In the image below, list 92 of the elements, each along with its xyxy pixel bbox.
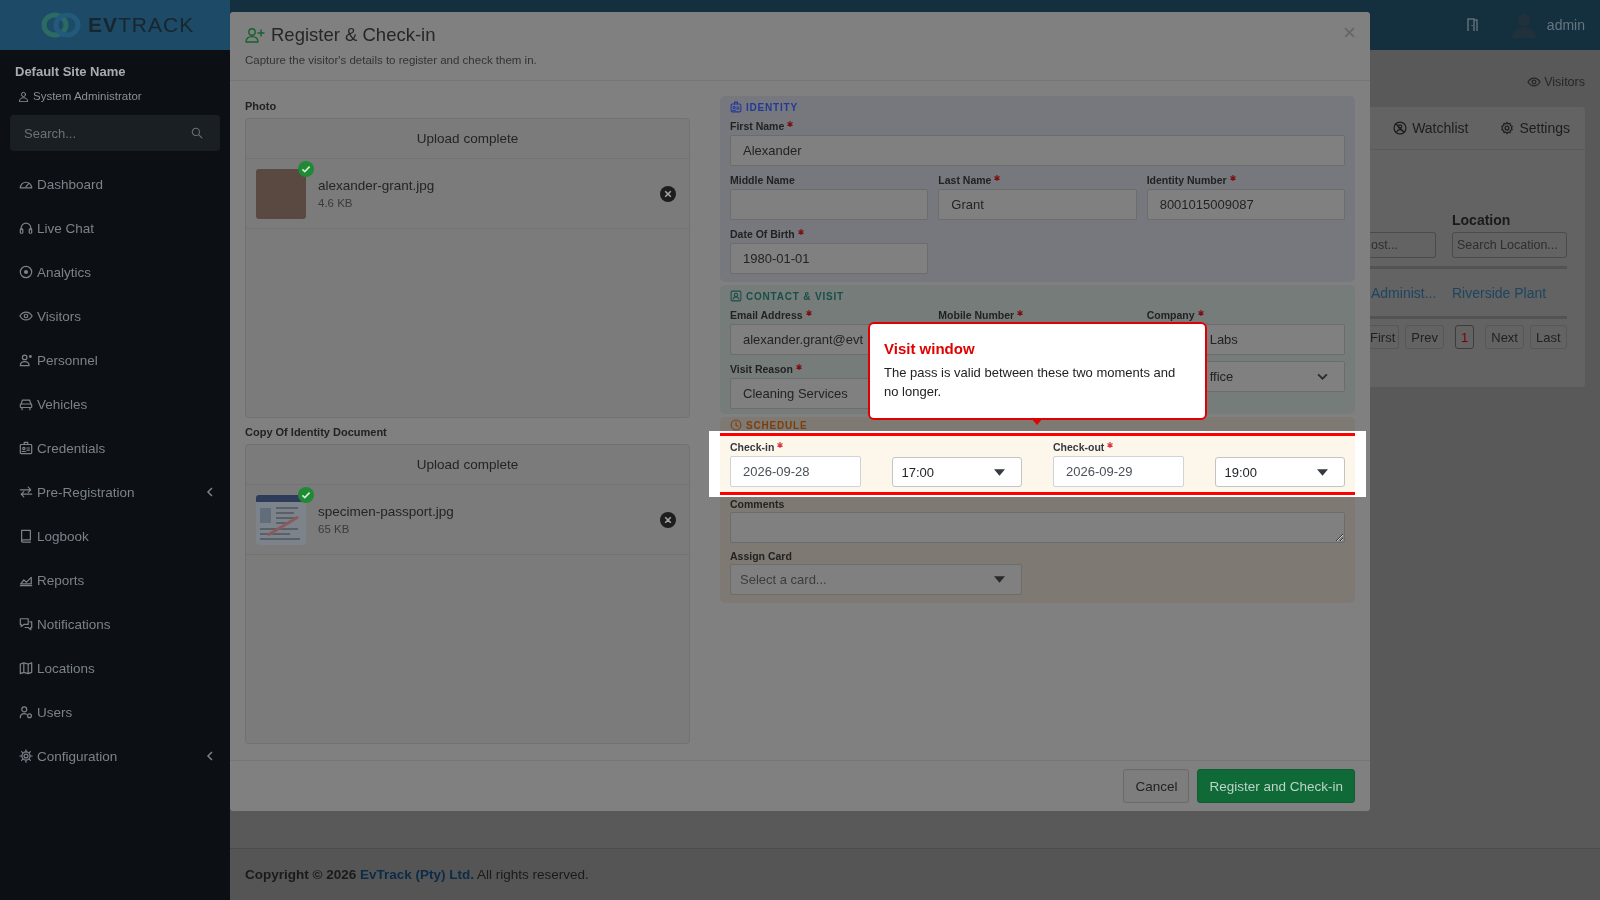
menu-item[interactable]: Locations: [0, 646, 230, 690]
field-label: Middle Name: [730, 174, 795, 186]
passport-drawing: [256, 494, 306, 545]
date-field[interactable]: 2026-09-29: [1053, 456, 1184, 487]
cancel-button[interactable]: Cancel: [1123, 769, 1190, 803]
dialog-title: Register & Check-in: [271, 24, 436, 46]
menu-item[interactable]: Users: [0, 690, 230, 734]
menu-item[interactable]: Notifications: [0, 602, 230, 646]
contact-card-icon: [730, 290, 742, 302]
field-label: Check-out: [1053, 441, 1105, 453]
tab[interactable]: Settings: [1500, 113, 1570, 143]
field-label: Check-in: [730, 441, 775, 453]
menu-item[interactable]: Analytics: [0, 250, 230, 294]
arrows-icon: [19, 485, 33, 499]
clock-icon: [730, 419, 742, 431]
menu-item[interactable]: Dashboard: [0, 162, 230, 206]
textarea-field[interactable]: [730, 512, 1345, 543]
field-label: Visit Reason: [730, 363, 793, 375]
site-name: Default Site Name: [15, 64, 127, 80]
menu-item[interactable]: Reports: [0, 558, 230, 602]
file-size: 4.6 KB: [318, 195, 354, 211]
headset-icon: [19, 221, 33, 235]
search-field[interactable]: Search...: [10, 115, 220, 151]
input-field[interactable]: 8001015009087: [1146, 189, 1345, 220]
field-label: Copy Of Identity Document: [245, 425, 388, 439]
menu-item[interactable]: Live Chat: [0, 206, 230, 250]
user-role: System Administrator: [33, 89, 142, 104]
user-plus-icon: [245, 27, 265, 43]
input-field[interactable]: Alexander: [730, 135, 1345, 166]
upload-status: Upload complete: [246, 445, 689, 485]
id-badge-icon: [730, 101, 742, 113]
close-icon[interactable]: [1344, 27, 1355, 38]
menu-item[interactable]: Configuration: [0, 734, 230, 778]
filter-label: Location: [1452, 211, 1512, 230]
photo-placeholder: [256, 168, 306, 219]
map-icon: [19, 661, 33, 675]
caret-icon: [994, 576, 1005, 583]
chat-icon: [19, 617, 33, 631]
eye-icon: [1527, 76, 1542, 88]
settings-icon: [19, 749, 33, 763]
tab[interactable]: Watchlist: [1393, 113, 1469, 143]
field-label: Assign Card: [730, 550, 792, 562]
dialog-subtitle: Capture the visitor's details to register and check them in.: [245, 53, 538, 68]
settings-icon: [1500, 121, 1515, 135]
logo-icon: [41, 11, 81, 39]
menu-item[interactable]: Visitors: [0, 294, 230, 338]
eye-icon: [19, 309, 33, 323]
dropdown[interactable]: 17:00: [891, 457, 1022, 487]
field-label: First Name: [730, 120, 785, 132]
menu-item[interactable]: Logbook: [0, 514, 230, 558]
input-field[interactable]: 1980-01-01: [730, 243, 929, 274]
caret-icon: [994, 468, 1005, 476]
date-field[interactable]: 2026-09-28: [730, 456, 861, 487]
file-name: specimen-passport.jpg: [318, 502, 455, 521]
field-label: Email Address: [730, 309, 803, 321]
field-label: Comments: [730, 498, 785, 510]
dropdown[interactable]: Select a card...: [730, 564, 1022, 595]
remove-icon[interactable]: [660, 185, 676, 202]
door-icon[interactable]: [1466, 18, 1479, 32]
target-icon: [19, 265, 33, 279]
user-name[interactable]: admin: [1546, 17, 1585, 33]
menu-item[interactable]: Vehicles: [0, 382, 230, 426]
book-icon: [19, 529, 33, 543]
remove-icon[interactable]: [660, 511, 676, 528]
section-title: IDENTITY: [746, 101, 798, 113]
menu-item[interactable]: Personnel: [0, 338, 230, 382]
search-icon: [191, 127, 203, 139]
file-size: 65 KB: [318, 521, 351, 537]
dropdown[interactable]: 19:00: [1214, 457, 1345, 487]
field-label: Date Of Birth: [730, 228, 795, 240]
menu-item[interactable]: Pre-Registration: [0, 470, 230, 514]
id-card-icon: [19, 441, 33, 455]
chevron-down-icon: [1317, 373, 1328, 380]
submit-button[interactable]: Register and Check-in: [1197, 769, 1355, 803]
upload-status: Upload complete: [246, 119, 689, 159]
caret-icon: [1317, 468, 1328, 476]
section-title: SCHEDULE: [746, 419, 808, 431]
field-label: Company: [1146, 309, 1195, 321]
user-gear-icon: [19, 705, 33, 719]
section-title: CONTACT & VISIT: [746, 290, 844, 302]
field-label: Photo: [245, 99, 278, 113]
menu-item[interactable]: Credentials: [0, 426, 230, 470]
copyright-text: Copyright © 2026 EvTrack (Pty) Ltd. All rights reserved.: [245, 867, 589, 882]
field-label: Mobile Number: [938, 309, 1015, 321]
car-icon: [19, 397, 33, 411]
user-icon: [19, 353, 33, 367]
field-label: Identity Number: [1146, 174, 1227, 186]
file-name: alexander-grant.jpg: [318, 176, 436, 195]
user-icon: [18, 91, 29, 102]
user-slash-icon: [1393, 121, 1408, 135]
input-field[interactable]: Grant: [938, 189, 1137, 220]
field-label: Last Name: [938, 174, 992, 186]
